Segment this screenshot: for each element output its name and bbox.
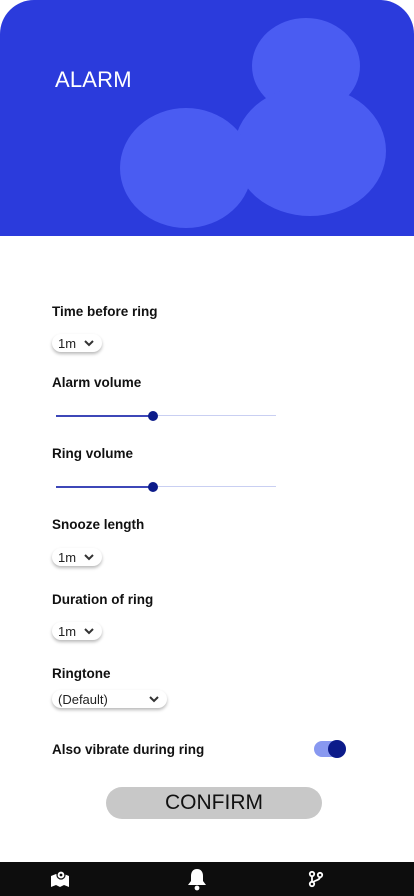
nav-item-alarm[interactable] [177,862,217,896]
alarm-volume-slider[interactable] [56,409,276,423]
slider-fill [56,486,153,488]
header: ALARM [0,0,414,236]
map-icon [51,870,69,887]
duration-of-ring-select[interactable]: 1m [52,622,102,640]
time-before-ring-value: 1m [58,335,77,351]
slider-thumb[interactable] [147,411,158,421]
toggle-knob [328,740,346,758]
confirm-button[interactable]: CONFIRM [106,787,322,819]
duration-of-ring-label: Duration of ring [52,592,154,607]
slider-thumb[interactable] [147,482,158,492]
nav-item-branch[interactable] [296,862,336,896]
slider-fill [56,415,153,417]
bell-icon [188,869,206,891]
ringtone-label: Ringtone [52,666,111,681]
decorative-circle [120,108,252,228]
chevron-down-icon [84,340,94,347]
time-before-ring-select[interactable]: 1m [52,334,102,352]
snooze-length-label: Snooze length [52,517,145,532]
snooze-length-select[interactable]: 1m [52,548,102,566]
branch-icon [308,870,324,888]
page-title: ALARM [55,67,132,92]
snooze-length-value: 1m [58,549,77,565]
chevron-down-icon [84,554,94,561]
ring-volume-label: Ring volume [52,446,134,461]
bottom-nav [0,862,414,896]
ringtone-select[interactable]: (Default) [52,690,167,708]
duration-of-ring-value: 1m [58,623,77,639]
nav-item-map[interactable] [40,862,80,896]
chevron-down-icon [84,628,94,635]
time-before-ring-label: Time before ring [52,304,158,319]
decorative-circle [234,86,386,216]
ringtone-value: (Default) [58,691,108,707]
vibrate-label: Also vibrate during ring [52,742,205,757]
vibrate-toggle[interactable] [314,740,346,758]
chevron-down-icon [149,696,159,703]
ring-volume-slider[interactable] [56,480,276,494]
alarm-volume-label: Alarm volume [52,375,142,390]
